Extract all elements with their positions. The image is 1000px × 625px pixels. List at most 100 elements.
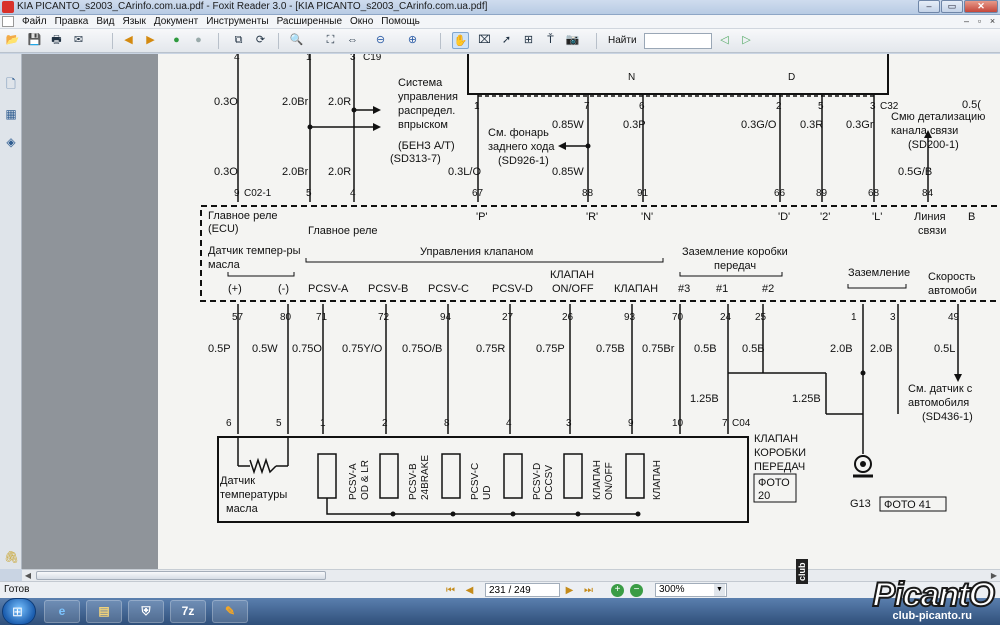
svg-text:24: 24	[720, 312, 732, 323]
watermark-url: club-picanto.ru	[892, 610, 972, 622]
open-folder-icon[interactable]: 📂	[4, 32, 21, 49]
svg-text:0.5(: 0.5(	[962, 99, 981, 111]
save-icon[interactable]: 💾	[26, 32, 43, 49]
7zip-icon[interactable]: 7z	[170, 600, 206, 623]
menu-list: Файл Правка Вид Язык Документ Инструмент…	[18, 15, 424, 29]
toolbar-separator	[278, 33, 279, 49]
solenoid-coils	[237, 436, 645, 515]
svg-text:0.5B: 0.5B	[742, 343, 765, 355]
doc-close-icon[interactable]: ×	[987, 16, 998, 27]
svg-text:(SD926-1): (SD926-1)	[498, 155, 549, 167]
next-page-icon[interactable]: ▶	[142, 32, 159, 49]
menu-document[interactable]: Документ	[150, 15, 202, 29]
svg-text:Главное реле: Главное реле	[308, 225, 378, 237]
svg-text:См. датчик с: См. датчик с	[908, 383, 973, 395]
svg-text:3: 3	[566, 418, 572, 429]
svg-text:G13: G13	[850, 498, 871, 510]
svg-text:49: 49	[948, 312, 960, 323]
svg-text:OD & LR: OD & LR	[360, 460, 371, 500]
first-page-icon[interactable]: ⏮	[444, 584, 457, 597]
print-icon[interactable]: 🖶	[48, 32, 65, 49]
zoom-select[interactable]: 300% ▼	[655, 583, 727, 597]
attachments-icon[interactable]: 🖇	[4, 549, 19, 565]
rotate-icon[interactable]: ⟳	[252, 32, 269, 49]
scroll-left-icon[interactable]: ◀	[22, 570, 34, 581]
svg-text:94: 94	[440, 312, 452, 323]
minimize-button[interactable]: –	[918, 0, 940, 13]
svg-text:9: 9	[628, 418, 634, 429]
zoom-in-icon[interactable]: ⊕	[404, 32, 421, 49]
svg-text:Скорость: Скорость	[928, 271, 976, 283]
internet-explorer-icon[interactable]: e	[44, 600, 80, 623]
zoom-out-status-icon[interactable]: −	[630, 584, 643, 597]
doc-minimize-icon[interactable]: –	[961, 16, 972, 27]
zoom-value: 300%	[659, 584, 685, 595]
document-icon[interactable]	[2, 16, 14, 27]
doc-restore-icon[interactable]: ▫	[974, 16, 985, 27]
svg-text:0.5B: 0.5B	[694, 343, 717, 355]
copy-icon[interactable]: ⧉	[230, 32, 247, 49]
menu-tools[interactable]: Инструменты	[202, 15, 272, 29]
hand-tool-icon[interactable]: ✋	[452, 32, 469, 49]
document-viewport[interactable]: 4 1 3 C19 0.3O 2.0Br 2.0R 2.0Br 2.0R Сис…	[22, 54, 1000, 569]
zoom-in-status-icon[interactable]: +	[611, 584, 624, 597]
zoom-tool-icon[interactable]: 🔍	[288, 32, 305, 49]
svg-text:впрыском: впрыском	[398, 119, 448, 131]
svg-text:ON/OFF: ON/OFF	[604, 462, 615, 500]
go-forward-icon[interactable]: ●	[168, 32, 185, 49]
menu-view[interactable]: Вид	[92, 15, 118, 29]
menu-language[interactable]: Язык	[118, 15, 149, 29]
left-navigation-panel: 🗋 ▦ ◈ 🖇	[0, 54, 22, 569]
foxit-reader-taskbar-icon[interactable]: ✎	[212, 600, 248, 623]
window-title: KIA PICANTO_s2003_CArinfo.com.ua.pdf - F…	[17, 1, 488, 12]
close-button[interactable]: ✕	[964, 0, 998, 13]
menu-window[interactable]: Окно	[346, 15, 377, 29]
file-explorer-icon[interactable]: ▤	[86, 600, 122, 623]
zoom-out-icon[interactable]: ⊖	[372, 32, 389, 49]
previous-page-icon[interactable]: ◀	[120, 32, 137, 49]
svg-text:1.25B: 1.25B	[690, 393, 719, 405]
typewriter-icon[interactable]: Ť	[542, 32, 559, 49]
next-page-nav-icon[interactable]: ▶	[563, 584, 576, 597]
world-of-tanks-icon[interactable]: ⛨	[128, 600, 164, 623]
start-button[interactable]: ⊞	[2, 598, 36, 625]
bottom-wires	[237, 304, 959, 454]
find-previous-icon[interactable]: ◁	[716, 32, 733, 49]
svg-text:2.0R: 2.0R	[328, 166, 351, 178]
svg-text:КЛАПАН: КЛАПАН	[550, 269, 594, 281]
svg-text:80: 80	[280, 312, 292, 323]
prev-page-icon[interactable]: ◀	[463, 584, 476, 597]
page-number-input[interactable]	[485, 583, 560, 597]
find-label: Найти	[608, 35, 637, 46]
menu-edit[interactable]: Правка	[51, 15, 93, 29]
menu-help[interactable]: Помощь	[377, 15, 424, 29]
svg-text:2.0R: 2.0R	[328, 96, 351, 108]
select-arrow-icon[interactable]: ➚	[498, 32, 515, 49]
svg-text:'R': 'R'	[586, 211, 598, 223]
find-input[interactable]	[644, 33, 712, 49]
find-next-icon[interactable]: ▷	[738, 32, 755, 49]
restore-button[interactable]: ▭	[941, 0, 963, 13]
svg-text:D: D	[788, 72, 795, 83]
svg-text:масла: масла	[226, 503, 259, 515]
fit-width-icon[interactable]: ⇔	[344, 32, 361, 49]
bookmarks-icon[interactable]: 🗋	[4, 76, 18, 92]
go-back-icon[interactable]: ●	[190, 32, 207, 49]
menu-advanced[interactable]: Расширенные	[273, 15, 346, 29]
select-text-icon[interactable]: ⌧	[476, 32, 493, 49]
svg-text:передач: передач	[714, 260, 756, 272]
svg-text:температуры: температуры	[220, 489, 287, 501]
scrollbar-thumb[interactable]	[36, 571, 326, 580]
layers-icon[interactable]: ◈	[4, 134, 18, 150]
menu-file[interactable]: Файл	[18, 15, 51, 29]
camera-icon[interactable]: 📷	[564, 32, 581, 49]
page-thumbnails-icon[interactable]: ▦	[4, 106, 18, 122]
snapshot-icon[interactable]: ⊞	[520, 32, 537, 49]
chevron-down-icon: ▼	[714, 584, 725, 596]
svg-text:26: 26	[562, 312, 574, 323]
last-page-icon[interactable]: ⏭	[582, 584, 595, 597]
svg-text:#1: #1	[716, 283, 728, 295]
fit-page-icon[interactable]: ⛶	[322, 32, 339, 49]
svg-text:0.5P: 0.5P	[208, 343, 231, 355]
email-icon[interactable]: ✉	[70, 32, 87, 49]
